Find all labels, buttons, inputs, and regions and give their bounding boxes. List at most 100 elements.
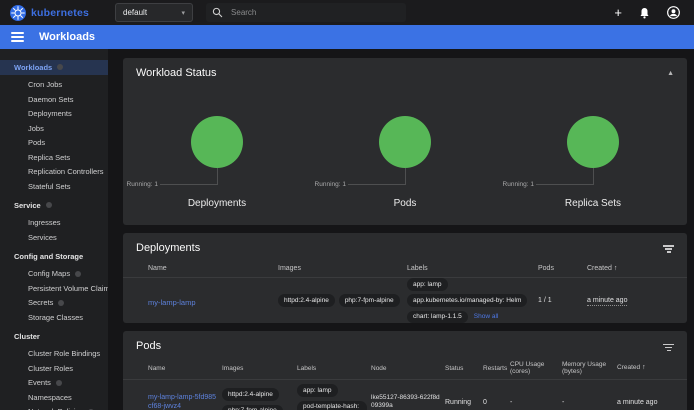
- namespaced-indicator-icon: [57, 64, 63, 70]
- pod-name-link[interactable]: my-lamp-lamp-5fd985cf68-jwvz4: [148, 393, 218, 410]
- namespaced-indicator-icon: [56, 380, 62, 386]
- sidebar-item-persistent-volume-claims[interactable]: Persistent Volume Claims: [0, 281, 108, 296]
- sidebar-item-deployments[interactable]: Deployments: [0, 107, 108, 122]
- pods-count: 1 / 1: [538, 297, 587, 304]
- column-header-created[interactable]: Created↑: [617, 364, 687, 372]
- column-header-labels: Labels: [407, 265, 538, 272]
- notifications-bell-icon[interactable]: [639, 7, 650, 19]
- image-chip: httpd:2.4-alpine: [278, 294, 335, 307]
- sidebar-item-label: Config Maps: [28, 269, 70, 278]
- sidebar-item-cluster-roles[interactable]: Cluster Roles: [0, 361, 108, 376]
- top-actions: +: [614, 6, 684, 19]
- sidebar-item-daemon-sets[interactable]: Daemon Sets: [0, 92, 108, 107]
- sidebar-item-storage-classes[interactable]: Storage Classes: [0, 310, 108, 325]
- create-resource-button[interactable]: +: [614, 6, 622, 19]
- column-header-status: Status: [445, 365, 483, 372]
- sidebar-item-label: Services: [28, 233, 57, 242]
- sidebar-item-label: Namespaces: [28, 393, 72, 402]
- label-chip: chart: lamp-1.1.5: [407, 311, 468, 324]
- collapse-arrow-icon[interactable]: ▲: [667, 70, 674, 77]
- created-ago: a minute ago: [617, 399, 657, 406]
- pods-card: Pods Name Images Labels Node Status Rest…: [123, 331, 687, 410]
- workload-status-charts: Running: 1 Deployments Running: 1 Pods R…: [123, 116, 687, 216]
- column-header-name[interactable]: Name: [148, 365, 222, 372]
- sidebar-item-stateful-sets[interactable]: Stateful Sets: [0, 179, 108, 194]
- sidebar-item-cron-jobs[interactable]: Cron Jobs: [0, 78, 108, 93]
- sidebar-item-ingresses[interactable]: Ingresses: [0, 216, 108, 231]
- sidebar-section-config-and-storage[interactable]: Config and Storage: [0, 249, 108, 264]
- sidebar-item-label: Pods: [28, 138, 45, 147]
- pod-memory-usage: -: [562, 399, 617, 406]
- sidebar-item-label: Service: [14, 201, 41, 210]
- namespaced-indicator-icon: [46, 202, 52, 208]
- image-chip: php:7-fpm-alpine: [222, 405, 283, 410]
- user-account-icon[interactable]: [667, 6, 680, 19]
- filter-icon[interactable]: [663, 243, 674, 253]
- pod-cpu-usage: -: [510, 399, 562, 406]
- sidebar-item-label: Events: [28, 378, 51, 387]
- sidebar-section-cluster[interactable]: Cluster: [0, 329, 108, 344]
- sidebar-item-jobs[interactable]: Jobs: [0, 121, 108, 136]
- created-ago: a minute ago: [587, 297, 627, 306]
- sidebar-item-secrets[interactable]: Secrets: [0, 296, 108, 311]
- app-bar: Workloads: [0, 25, 694, 49]
- kubernetes-logo-icon: [10, 5, 26, 21]
- column-header-name[interactable]: Name: [148, 265, 278, 272]
- chart-title: Deployments: [123, 198, 311, 209]
- card-title: Deployments: [136, 242, 200, 254]
- sidebar-item-label: Deployments: [28, 109, 72, 118]
- kubernetes-dashboard: kubernetes default ▾ +: [0, 0, 694, 410]
- namespace-value: default: [123, 8, 147, 17]
- workload-status-card: Workload Status ▲ Running: 1 Deployments…: [123, 58, 687, 225]
- column-header-labels: Labels: [297, 365, 371, 372]
- namespace-selector[interactable]: default ▾: [115, 3, 193, 22]
- search-icon: [212, 7, 223, 18]
- sidebar-item-services[interactable]: Services: [0, 230, 108, 245]
- label-chip: app.kubernetes.io/managed-by: Helm: [407, 294, 527, 307]
- sidebar-item-config-maps[interactable]: Config Maps: [0, 267, 108, 282]
- sidebar-item-label: Workloads: [14, 63, 52, 72]
- sidebar-item-label: Replica Sets: [28, 153, 70, 162]
- namespaced-indicator-icon: [75, 271, 81, 277]
- column-header-cpu: CPU Usage (cores): [510, 361, 562, 376]
- namespaced-indicator-icon: [58, 300, 64, 306]
- page-title: Workloads: [39, 31, 95, 43]
- label-chip: app: lamp: [407, 278, 448, 291]
- pod-restarts: 0: [483, 399, 510, 406]
- sidebar-item-events[interactable]: Events: [0, 376, 108, 391]
- sidebar-item-label: Ingresses: [28, 218, 61, 227]
- column-header-label: Created: [617, 364, 640, 371]
- search-input[interactable]: [231, 8, 381, 17]
- sidebar-item-label: Daemon Sets: [28, 95, 73, 104]
- show-all-link[interactable]: Show all: [474, 313, 499, 320]
- sort-ascending-icon: ↑: [642, 364, 646, 371]
- sidebar-item-network-policies[interactable]: Network Policies: [0, 405, 108, 410]
- sidebar-item-label: Cluster Roles: [28, 364, 73, 373]
- chart-title: Pods: [311, 198, 499, 209]
- main-content: Workload Status ▲ Running: 1 Deployments…: [108, 49, 694, 410]
- menu-hamburger-icon[interactable]: [11, 32, 24, 42]
- sidebar-item-pods[interactable]: Pods: [0, 136, 108, 151]
- sidebar-item-cluster-role-bindings[interactable]: Cluster Role Bindings: [0, 347, 108, 362]
- pie-slice-running: [379, 116, 431, 168]
- deployment-row: my-lamp-lamp httpd:2.4-alpine php:7-fpm-…: [123, 278, 687, 323]
- card-title: Workload Status: [136, 67, 217, 79]
- sidebar-item-service[interactable]: Service: [0, 198, 108, 213]
- pods-table-header: Name Images Labels Node Status Restarts …: [123, 357, 687, 380]
- sidebar-item-replica-sets[interactable]: Replica Sets: [0, 150, 108, 165]
- pie-slice-running: [191, 116, 243, 168]
- sidebar-item-label: Config and Storage: [14, 252, 83, 261]
- column-header-created[interactable]: Created↑: [587, 265, 687, 272]
- replica-sets-pie-chart: Running: 1 Replica Sets: [499, 116, 687, 216]
- sidebar-item-namespaces[interactable]: Namespaces: [0, 390, 108, 405]
- pie-label: Running: 1: [127, 181, 158, 188]
- column-header-memory: Memory Usage (bytes): [562, 361, 617, 376]
- deployments-card: Deployments Name Images Labels Pods Crea…: [123, 233, 687, 323]
- sidebar-item-workloads[interactable]: Workloads: [0, 60, 108, 75]
- deployment-name-link[interactable]: my-lamp-lamp: [148, 298, 196, 307]
- sidebar-item-label: Stateful Sets: [28, 182, 71, 191]
- column-header-label: Created: [587, 265, 612, 272]
- pod-row: my-lamp-lamp-5fd985cf68-jwvz4 httpd:2.4-…: [123, 380, 687, 410]
- sidebar-item-replication-controllers[interactable]: Replication Controllers: [0, 165, 108, 180]
- filter-icon[interactable]: [663, 342, 674, 352]
